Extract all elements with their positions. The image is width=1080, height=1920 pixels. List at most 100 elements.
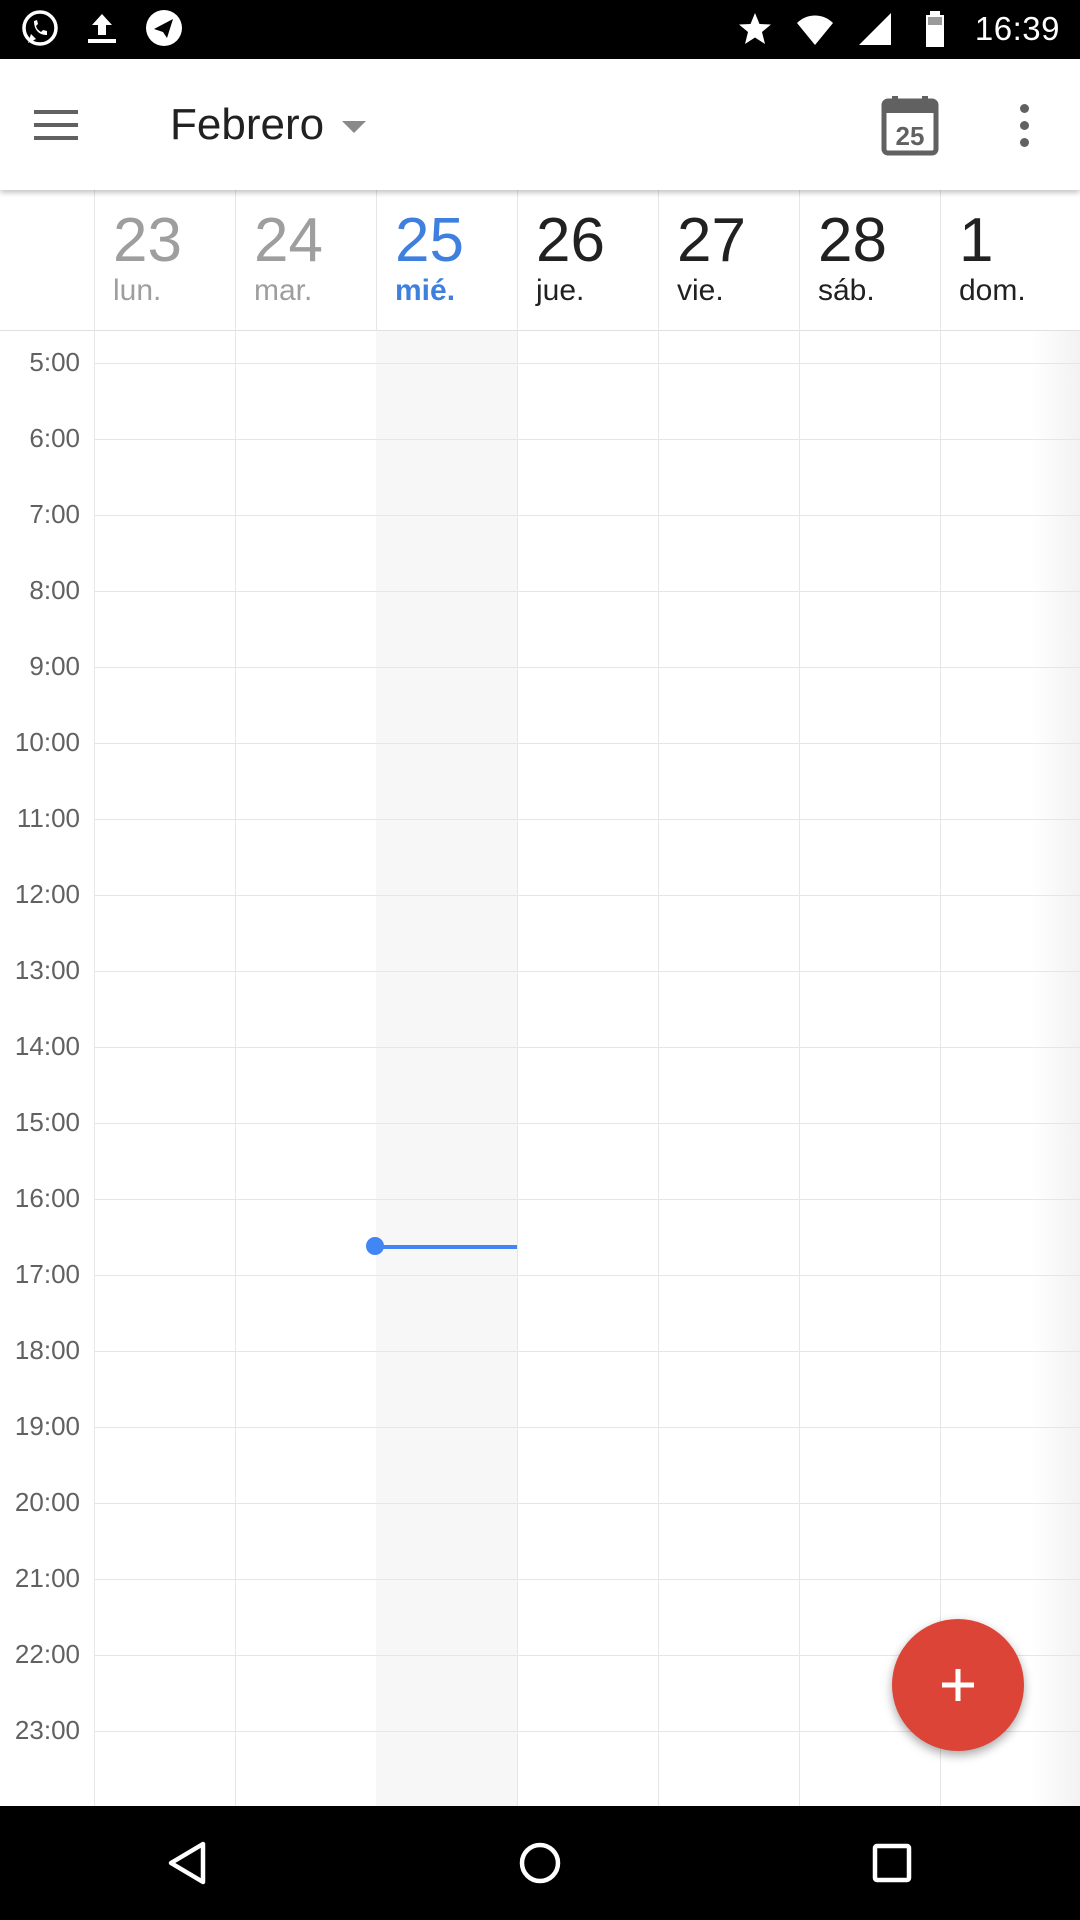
hour-label: 12:00	[14, 879, 80, 909]
hour-label: 8:00	[29, 575, 80, 605]
hour-label: 9:00	[29, 651, 80, 681]
star-icon	[735, 9, 775, 49]
day-header-24[interactable]: 24 mar.	[235, 190, 376, 331]
hour-gridline	[94, 819, 1080, 820]
hour-gridline	[94, 1047, 1080, 1048]
hour-gridline	[94, 515, 1080, 516]
hour-label: 5:00	[29, 347, 80, 377]
upload-icon	[82, 8, 122, 48]
hour-label: 13:00	[14, 955, 80, 985]
hour-gridline	[94, 743, 1080, 744]
status-bar: 16:39	[0, 0, 1080, 59]
hour-gridline	[94, 1503, 1080, 1504]
hour-gridline	[94, 1199, 1080, 1200]
recents-icon	[872, 1843, 912, 1883]
day-header-25-today[interactable]: 25 mié.	[376, 190, 517, 331]
telegram-icon	[144, 8, 184, 48]
hour-gridline	[94, 971, 1080, 972]
overflow-menu-button[interactable]	[1000, 95, 1048, 155]
hour-label: 10:00	[14, 727, 80, 757]
hour-label: 19:00	[14, 1411, 80, 1441]
app-bar: Febrero 25	[0, 59, 1080, 190]
day-number: 25	[395, 206, 464, 275]
day-name: jue.	[536, 274, 585, 307]
hour-label: 15:00	[14, 1107, 80, 1137]
current-time-dot	[366, 1237, 384, 1255]
day-number: 26	[536, 206, 605, 275]
signal-icon	[855, 9, 895, 49]
hamburger-menu-button[interactable]	[28, 97, 84, 153]
hour-label: 21:00	[14, 1563, 80, 1593]
status-time: 16:39	[974, 10, 1060, 47]
day-header-23[interactable]: 23 lun.	[94, 190, 235, 331]
wifi-icon	[795, 9, 835, 49]
today-column-highlight	[376, 331, 517, 1806]
page-title: Febrero	[170, 100, 325, 149]
back-button[interactable]	[158, 1833, 218, 1893]
week-time-grid[interactable]: 5:00 6:00 7:00 8:00 9:00 10:00 11:00 12:00 13:00…	[0, 331, 1080, 1806]
scroll-edge-shadow	[1030, 331, 1080, 1806]
home-icon	[519, 1842, 561, 1884]
hour-label: 6:00	[29, 423, 80, 453]
hour-gridline	[94, 439, 1080, 440]
day-header-27[interactable]: 27 vie.	[658, 190, 799, 331]
hour-gridline	[94, 363, 1080, 364]
day-column-divider	[799, 331, 800, 1806]
day-name: sáb.	[818, 274, 875, 307]
battery-icon	[915, 9, 955, 49]
day-name: dom.	[959, 274, 1026, 307]
hour-gridline	[94, 1123, 1080, 1124]
hour-label: 7:00	[29, 499, 80, 529]
hour-label: 14:00	[14, 1031, 80, 1061]
day-column-divider	[94, 331, 95, 1806]
day-name: mar.	[254, 274, 313, 307]
day-number: 1	[959, 206, 994, 275]
hour-label: 17:00	[14, 1259, 80, 1289]
day-header-26[interactable]: 26 jue.	[517, 190, 658, 331]
hour-label: 11:00	[16, 803, 80, 833]
day-header-1[interactable]: 1 dom.	[940, 190, 1080, 331]
hour-gridline	[94, 1351, 1080, 1352]
day-column-divider	[235, 331, 236, 1806]
day-number: 23	[113, 206, 182, 275]
hour-gridline	[94, 1275, 1080, 1276]
back-icon	[168, 1841, 206, 1885]
hour-gridline	[94, 1579, 1080, 1580]
hour-gridline	[94, 667, 1080, 668]
hamburger-menu-icon	[34, 110, 78, 140]
add-icon	[942, 1669, 974, 1701]
day-column-divider	[658, 331, 659, 1806]
day-number: 24	[254, 206, 323, 275]
home-button[interactable]	[510, 1833, 570, 1893]
overflow-dot	[1019, 137, 1029, 147]
overflow-dot	[1019, 120, 1029, 130]
day-header-28[interactable]: 28 sáb.	[799, 190, 940, 331]
hour-label: 16:00	[14, 1183, 80, 1213]
day-name: mié.	[395, 274, 456, 307]
day-column-divider	[940, 331, 941, 1806]
hour-gridline	[94, 1427, 1080, 1428]
day-column-divider	[517, 331, 518, 1806]
month-selector[interactable]: Febrero	[170, 95, 367, 155]
recents-button[interactable]	[862, 1833, 922, 1893]
hour-label: 22:00	[14, 1639, 80, 1669]
current-time-line	[376, 1245, 517, 1249]
day-name: vie.	[677, 274, 724, 307]
day-number: 27	[677, 206, 746, 275]
system-navigation-bar	[0, 1806, 1080, 1920]
go-to-today-button[interactable]: 25	[878, 93, 942, 157]
whatsapp-icon	[20, 8, 60, 48]
day-number: 28	[818, 206, 887, 275]
hour-label: 23:00	[14, 1715, 80, 1745]
week-day-header: 23 lun. 24 mar. 25 mié. 26 jue. 27 vie. …	[0, 190, 1080, 331]
hour-label: 18:00	[14, 1335, 80, 1365]
create-event-button[interactable]	[892, 1619, 1024, 1751]
overflow-menu-icon	[1019, 103, 1029, 113]
hour-gridline	[94, 895, 1080, 896]
hour-gridline	[94, 591, 1080, 592]
hour-label: 20:00	[14, 1487, 80, 1517]
calendar-today-icon: 25	[881, 96, 939, 156]
today-icon-number: 25	[896, 121, 925, 151]
dropdown-arrow-icon	[342, 121, 367, 133]
day-name: lun.	[113, 274, 162, 307]
